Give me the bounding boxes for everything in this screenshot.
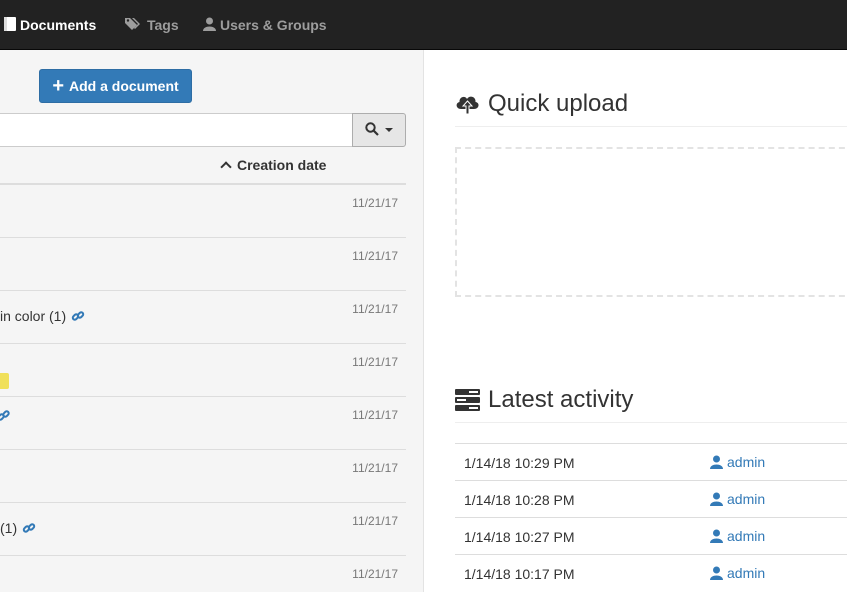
table-row[interactable]: 11/21/17 [0,450,406,503]
tag-badge [0,373,9,389]
activity-user-link[interactable]: admin [710,565,765,581]
activity-user-link[interactable]: admin [710,491,765,507]
link-icon [0,407,12,426]
creation-date-label: Creation date [237,157,327,173]
activity-date: 1/14/18 10:17 PM [464,566,575,582]
table-row[interactable]: in color (1) 11/21/17 [0,291,406,344]
row-title-text: in color (1) [0,308,67,324]
row-date: 11/21/17 [352,355,398,369]
cloud-upload-icon [455,92,480,116]
row-date: 11/21/17 [352,302,398,316]
latest-activity-title: Latest activity [488,386,634,413]
plus-icon: + [52,75,64,97]
table-row[interactable]: 11/21/17 [0,238,406,291]
nav-users-groups-label: Users & Groups [220,17,327,33]
user-icon [710,455,723,469]
table-row[interactable]: 11/21/17 [0,556,406,592]
user-icon [710,566,723,580]
row-title-text: (1) [0,520,18,536]
activity-table: 1/14/18 10:29 PM admin 1/14/18 10:28 PM … [455,443,847,591]
activity-user: admin [727,528,766,544]
search-input[interactable] [0,113,353,147]
tags-icon [125,17,143,34]
user-icon [203,17,216,34]
nav-documents-label: Documents [20,17,97,33]
activity-user: admin [727,454,766,470]
row-title: (1) [0,520,36,536]
book-icon [4,16,16,34]
divider [455,422,847,423]
table-row[interactable]: (1) 11/21/17 [0,503,406,556]
activity-date: 1/14/18 10:28 PM [464,492,575,508]
quick-upload-heading: Quick upload [455,90,628,118]
activity-date: 1/14/18 10:27 PM [464,529,575,545]
activity-user: admin [727,491,766,507]
table-row: 1/14/18 10:27 PM admin [455,517,847,554]
user-icon [710,492,723,506]
quick-upload-title: Quick upload [488,90,629,117]
nav-tags-label: Tags [147,17,179,33]
row-title: in color (1) [0,308,85,324]
activity-date: 1/14/18 10:29 PM [464,455,575,471]
table-row[interactable]: 11/21/17 [0,397,406,450]
link-icon [22,521,36,535]
upload-dropzone[interactable] [455,147,847,297]
documents-list: 11/21/17 11/21/17 in color (1) 11/21/17 … [0,185,406,592]
search-button[interactable] [352,113,406,147]
divider [455,126,847,127]
chevron-up-icon [220,161,232,173]
activity-user-link[interactable]: admin [710,528,765,544]
latest-activity-heading: Latest activity [455,386,633,414]
search-icon [365,121,379,139]
nav-users-groups[interactable]: Users & Groups [203,0,327,50]
dashboard-panel: Quick upload Latest activity 1/14/18 10:… [425,50,847,592]
add-document-label: Add a document [69,78,179,94]
row-date: 11/21/17 [352,196,398,210]
documents-panel: + Add a document Creation date 11/21/17 … [0,50,424,592]
nav-tags[interactable]: Tags [125,0,179,50]
table-row[interactable]: 11/21/17 [0,344,406,397]
table-row: 1/14/18 10:29 PM admin [455,443,847,480]
activity-user-link[interactable]: admin [710,454,765,470]
row-date: 11/21/17 [352,249,398,263]
table-row: 1/14/18 10:17 PM admin [455,554,847,591]
link-icon [71,309,85,323]
activity-user: admin [727,565,766,581]
row-date: 11/21/17 [352,408,398,422]
row-date: 11/21/17 [352,514,398,528]
top-navbar: Documents Tags Users & Groups [0,0,847,50]
chevron-down-icon [385,128,393,132]
table-row[interactable]: 11/21/17 [0,185,406,238]
documents-table-header: Creation date [0,147,406,185]
nav-documents[interactable]: Documents [4,0,96,50]
tasks-icon [455,388,480,412]
row-date: 11/21/17 [352,567,398,581]
user-icon [710,529,723,543]
sort-creation-date[interactable]: Creation date [219,157,326,173]
add-document-button[interactable]: + Add a document [39,69,192,103]
row-date: 11/21/17 [352,461,398,475]
table-row: 1/14/18 10:28 PM admin [455,480,847,517]
